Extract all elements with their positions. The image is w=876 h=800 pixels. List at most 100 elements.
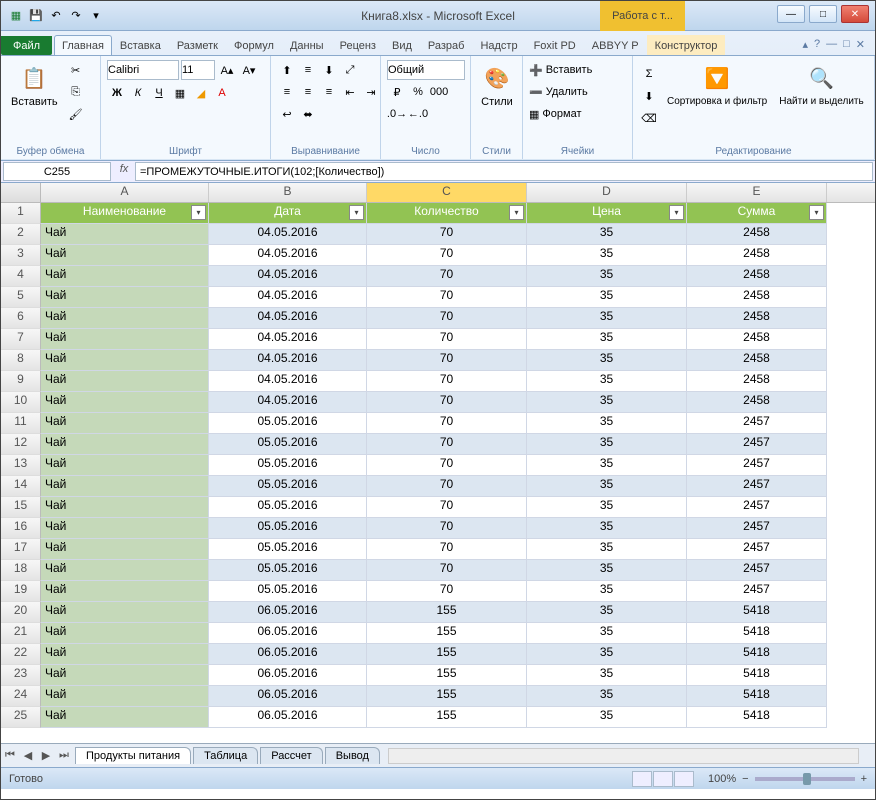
cell[interactable]: 155 (367, 665, 527, 686)
cell[interactable]: 04.05.2016 (209, 350, 367, 371)
cell[interactable]: 35 (527, 623, 687, 644)
cell[interactable]: Чай (41, 371, 209, 392)
cell[interactable]: 06.05.2016 (209, 665, 367, 686)
paste-button[interactable]: 📋 Вставить (7, 60, 62, 110)
clear-icon[interactable]: ⌫ (639, 108, 659, 128)
cell[interactable]: 2458 (687, 287, 827, 308)
cell[interactable]: 70 (367, 476, 527, 497)
row-header[interactable]: 7 (1, 329, 41, 350)
cell[interactable]: 70 (367, 371, 527, 392)
cell[interactable]: Чай (41, 665, 209, 686)
cell[interactable]: 2457 (687, 539, 827, 560)
cell[interactable]: Чай (41, 623, 209, 644)
cell[interactable]: 155 (367, 602, 527, 623)
row-header[interactable]: 17 (1, 539, 41, 560)
cell[interactable]: 05.05.2016 (209, 539, 367, 560)
cell[interactable]: 5418 (687, 623, 827, 644)
cell[interactable]: 2458 (687, 392, 827, 413)
tab-view[interactable]: Вид (384, 35, 420, 55)
row-header[interactable]: 25 (1, 707, 41, 728)
cell[interactable]: 2458 (687, 350, 827, 371)
zoom-level[interactable]: 100% (708, 773, 736, 785)
cell[interactable]: 35 (527, 392, 687, 413)
table-header-0[interactable]: Наименование▾ (41, 203, 209, 224)
cell[interactable]: 35 (527, 644, 687, 665)
cell[interactable]: 2457 (687, 434, 827, 455)
sheet-nav-next-icon[interactable]: ▶ (38, 748, 54, 764)
cell[interactable]: 70 (367, 350, 527, 371)
cell[interactable]: 2458 (687, 308, 827, 329)
cell[interactable]: Чай (41, 602, 209, 623)
cell[interactable]: 35 (527, 287, 687, 308)
zoom-slider[interactable] (755, 777, 855, 781)
row-header[interactable]: 16 (1, 518, 41, 539)
cell[interactable]: 05.05.2016 (209, 497, 367, 518)
cell[interactable]: 06.05.2016 (209, 602, 367, 623)
cut-icon[interactable]: ✂ (66, 60, 86, 80)
copy-icon[interactable]: ⎘ (66, 82, 86, 102)
view-page-layout-icon[interactable] (653, 771, 673, 787)
cell[interactable]: 35 (527, 581, 687, 602)
sheet-nav-last-icon[interactable]: ⏭ (56, 748, 72, 764)
cell[interactable]: 2457 (687, 476, 827, 497)
cell[interactable]: 155 (367, 707, 527, 728)
cell[interactable]: Чай (41, 581, 209, 602)
fill-color-icon[interactable]: ◢ (191, 83, 211, 103)
row-header[interactable]: 3 (1, 245, 41, 266)
font-name-select[interactable] (107, 60, 179, 80)
cell[interactable]: Чай (41, 434, 209, 455)
cell[interactable]: 04.05.2016 (209, 308, 367, 329)
cell[interactable]: 05.05.2016 (209, 560, 367, 581)
cell[interactable]: 35 (527, 329, 687, 350)
workbook-close-icon[interactable]: ✕ (856, 38, 865, 51)
cell[interactable]: 155 (367, 644, 527, 665)
cell[interactable]: 70 (367, 413, 527, 434)
format-painter-icon[interactable]: 🖌 (66, 104, 86, 124)
worksheet-grid[interactable]: A B C D E 1Наименование▾Дата▾Количество▾… (1, 183, 875, 743)
increase-decimal-icon[interactable]: .0→ (387, 104, 407, 124)
cell[interactable]: Чай (41, 518, 209, 539)
styles-button[interactable]: 🎨 Стили (477, 60, 517, 110)
bold-button[interactable]: Ж (107, 83, 127, 103)
col-header-b[interactable]: B (209, 183, 367, 202)
row-header[interactable]: 20 (1, 602, 41, 623)
help-icon[interactable]: ? (814, 38, 820, 51)
cell[interactable]: 35 (527, 476, 687, 497)
row-header[interactable]: 11 (1, 413, 41, 434)
comma-icon[interactable]: 000 (429, 82, 449, 102)
number-format-select[interactable] (387, 60, 465, 80)
cell[interactable]: 35 (527, 518, 687, 539)
row-header-1[interactable]: 1 (1, 203, 41, 224)
row-header[interactable]: 15 (1, 497, 41, 518)
tab-constructor[interactable]: Конструктор (647, 35, 726, 55)
italic-button[interactable]: К (128, 83, 148, 103)
cell[interactable]: 05.05.2016 (209, 476, 367, 497)
cell[interactable]: 2458 (687, 329, 827, 350)
cell[interactable]: 70 (367, 434, 527, 455)
cell[interactable]: 2457 (687, 560, 827, 581)
cell[interactable]: 155 (367, 686, 527, 707)
align-top-icon[interactable]: ⬆ (277, 60, 297, 80)
tab-abbyy[interactable]: ABBYY P (584, 35, 647, 55)
cell[interactable]: Чай (41, 413, 209, 434)
border-icon[interactable]: ▦ (170, 83, 190, 103)
cell[interactable]: 2458 (687, 224, 827, 245)
cell[interactable]: 04.05.2016 (209, 224, 367, 245)
cell[interactable]: 35 (527, 686, 687, 707)
autosum-icon[interactable]: Σ (639, 64, 659, 84)
cell[interactable]: 35 (527, 308, 687, 329)
col-header-c[interactable]: C (367, 183, 527, 202)
merge-icon[interactable]: ⬌ (298, 104, 318, 124)
cell[interactable]: 70 (367, 392, 527, 413)
col-header-d[interactable]: D (527, 183, 687, 202)
cell[interactable]: 2458 (687, 245, 827, 266)
filter-icon[interactable]: ▾ (809, 205, 824, 220)
row-header[interactable]: 6 (1, 308, 41, 329)
insert-cells-button[interactable]: ➕ Вставить (529, 60, 592, 80)
delete-cells-button[interactable]: ➖ Удалить (529, 82, 592, 102)
tab-developer[interactable]: Разраб (420, 35, 473, 55)
cell[interactable]: Чай (41, 224, 209, 245)
cell[interactable]: 06.05.2016 (209, 686, 367, 707)
cell[interactable]: 70 (367, 287, 527, 308)
filter-icon[interactable]: ▾ (669, 205, 684, 220)
